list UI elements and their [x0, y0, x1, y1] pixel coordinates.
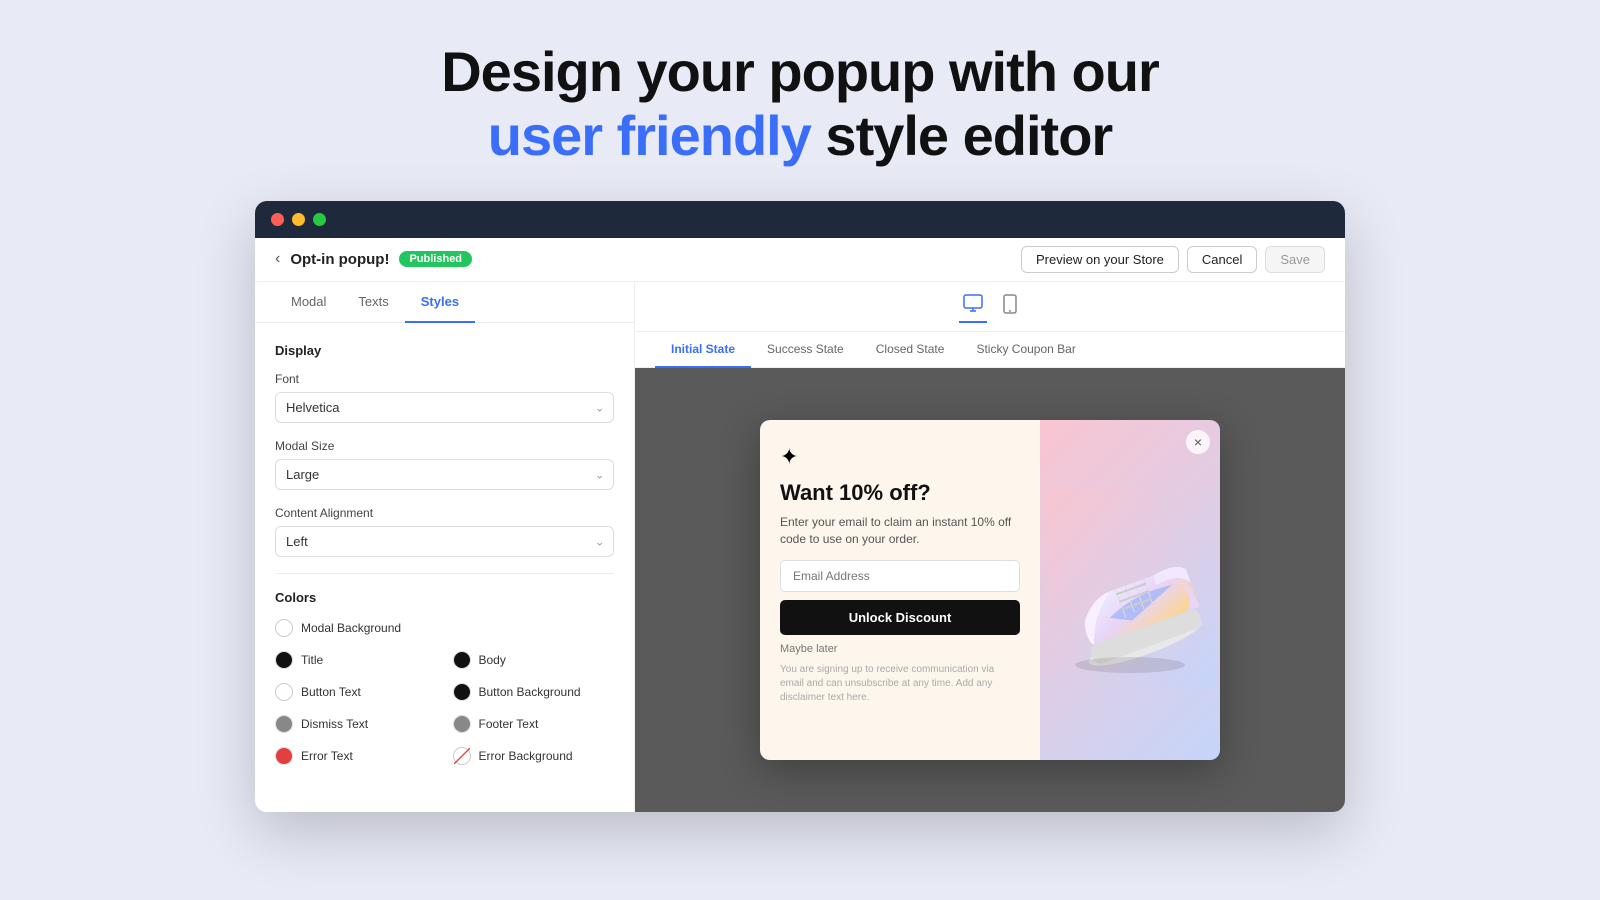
dot-yellow[interactable]: [292, 213, 305, 226]
popup-description: Enter your email to claim an instant 10%…: [780, 514, 1020, 548]
mobile-icon[interactable]: [999, 290, 1021, 323]
display-section-title: Display: [275, 343, 614, 358]
preview-button[interactable]: Preview on your Store: [1021, 246, 1179, 273]
button-bg-color-item: Button Background: [453, 683, 615, 701]
panel-body: Display Font Helvetica Arial Georgia Ver…: [255, 323, 634, 799]
footer-text-color-item: Footer Text: [453, 715, 615, 733]
title-color-item: Title: [275, 651, 437, 669]
modal-bg-swatch[interactable]: [275, 619, 293, 637]
body-color-swatch[interactable]: [453, 651, 471, 669]
popup-disclaimer: You are signing up to receive communicat…: [780, 663, 1020, 705]
popup-right-image: [1040, 420, 1220, 760]
popup-maybe-later[interactable]: Maybe later: [780, 643, 1020, 655]
modal-bg-color-item: Modal Background: [275, 619, 614, 637]
tab-texts[interactable]: Texts: [342, 282, 404, 323]
sneaker-illustration: [1045, 490, 1215, 690]
error-bg-label: Error Background: [479, 749, 573, 763]
body-color-item: Body: [453, 651, 615, 669]
error-bg-swatch[interactable]: [453, 747, 471, 765]
right-panel: Initial State Success State Closed State…: [635, 282, 1345, 812]
footer-text-label: Footer Text: [479, 717, 539, 731]
footer-text-swatch[interactable]: [453, 715, 471, 733]
modal-size-select[interactable]: Small Medium Large: [275, 459, 614, 490]
tab-styles[interactable]: Styles: [405, 282, 475, 323]
error-bg-color-item: Error Background: [453, 747, 615, 765]
button-bg-label: Button Background: [479, 685, 581, 699]
modal-size-field-group: Modal Size Small Medium Large: [275, 439, 614, 490]
title-color-label: Title: [301, 653, 323, 667]
popup-close-button[interactable]: ×: [1186, 430, 1210, 454]
state-tab-sticky[interactable]: Sticky Coupon Bar: [960, 332, 1091, 368]
headline-line1: Design your popup with our: [441, 40, 1159, 103]
popup-heading: Want 10% off?: [780, 480, 1020, 506]
colors-section-title: Colors: [275, 590, 614, 605]
colors-grid: Title Body Button Text: [275, 651, 614, 779]
back-button[interactable]: ‹: [275, 250, 280, 268]
dot-green[interactable]: [313, 213, 326, 226]
headline-rest: style editor: [811, 104, 1112, 167]
headline-blue: user friendly: [488, 104, 811, 167]
content-alignment-field-group: Content Alignment Left Center Right: [275, 506, 614, 557]
button-text-swatch[interactable]: [275, 683, 293, 701]
font-label: Font: [275, 372, 614, 386]
page-headline: Design your popup with our user friendly…: [441, 40, 1159, 169]
popup-title: Opt-in popup!: [290, 251, 389, 268]
button-text-label: Button Text: [301, 685, 361, 699]
popup-left-content: ✦ Want 10% off? Enter your email to clai…: [760, 420, 1040, 760]
modal-size-label: Modal Size: [275, 439, 614, 453]
cancel-button[interactable]: Cancel: [1187, 246, 1257, 273]
modal-bg-label: Modal Background: [301, 621, 401, 635]
state-tab-closed[interactable]: Closed State: [860, 332, 961, 368]
desktop-icon[interactable]: [959, 290, 987, 323]
font-field-group: Font Helvetica Arial Georgia Verdana: [275, 372, 614, 423]
button-bg-swatch[interactable]: [453, 683, 471, 701]
top-bar: ‹ Opt-in popup! Published Preview on you…: [255, 238, 1345, 282]
popup-email-input[interactable]: [780, 560, 1020, 592]
left-panel: Modal Texts Styles Display Font Helvetic…: [255, 282, 635, 812]
top-bar-left: ‹ Opt-in popup! Published: [275, 250, 472, 268]
button-text-color-item: Button Text: [275, 683, 437, 701]
body-color-label: Body: [479, 653, 506, 667]
save-button[interactable]: Save: [1265, 246, 1325, 273]
error-text-color-item: Error Text: [275, 747, 437, 765]
app-content: ‹ Opt-in popup! Published Preview on you…: [255, 238, 1345, 812]
content-alignment-label: Content Alignment: [275, 506, 614, 520]
popup-star-icon: ✦: [780, 444, 1020, 470]
dismiss-text-color-item: Dismiss Text: [275, 715, 437, 733]
font-select[interactable]: Helvetica Arial Georgia Verdana: [275, 392, 614, 423]
content-alignment-select[interactable]: Left Center Right: [275, 526, 614, 557]
modal-size-select-wrapper: Small Medium Large: [275, 459, 614, 490]
published-badge: Published: [399, 251, 472, 267]
error-text-label: Error Text: [301, 749, 353, 763]
error-text-swatch[interactable]: [275, 747, 293, 765]
content-alignment-select-wrapper: Left Center Right: [275, 526, 614, 557]
main-layout: Modal Texts Styles Display Font Helvetic…: [255, 282, 1345, 812]
browser-window: ‹ Opt-in popup! Published Preview on you…: [255, 201, 1345, 812]
right-panel-header: Initial State Success State Closed State…: [635, 282, 1345, 368]
dismiss-text-swatch[interactable]: [275, 715, 293, 733]
divider: [275, 573, 614, 574]
top-bar-right: Preview on your Store Cancel Save: [1021, 246, 1325, 273]
preview-area: × ✦ Want 10% off? Enter your email to cl…: [635, 368, 1345, 812]
left-tabs-nav: Modal Texts Styles: [255, 282, 634, 323]
state-tabs: Initial State Success State Closed State…: [635, 332, 1345, 367]
device-icons: [635, 282, 1345, 332]
font-select-wrapper: Helvetica Arial Georgia Verdana: [275, 392, 614, 423]
popup-modal: × ✦ Want 10% off? Enter your email to cl…: [760, 420, 1220, 760]
browser-titlebar: [255, 201, 1345, 238]
tab-modal[interactable]: Modal: [275, 282, 342, 323]
popup-cta-button[interactable]: Unlock Discount: [780, 600, 1020, 635]
state-tab-initial[interactable]: Initial State: [655, 332, 751, 368]
dot-red[interactable]: [271, 213, 284, 226]
state-tab-success[interactable]: Success State: [751, 332, 860, 368]
title-color-swatch[interactable]: [275, 651, 293, 669]
dismiss-text-label: Dismiss Text: [301, 717, 368, 731]
